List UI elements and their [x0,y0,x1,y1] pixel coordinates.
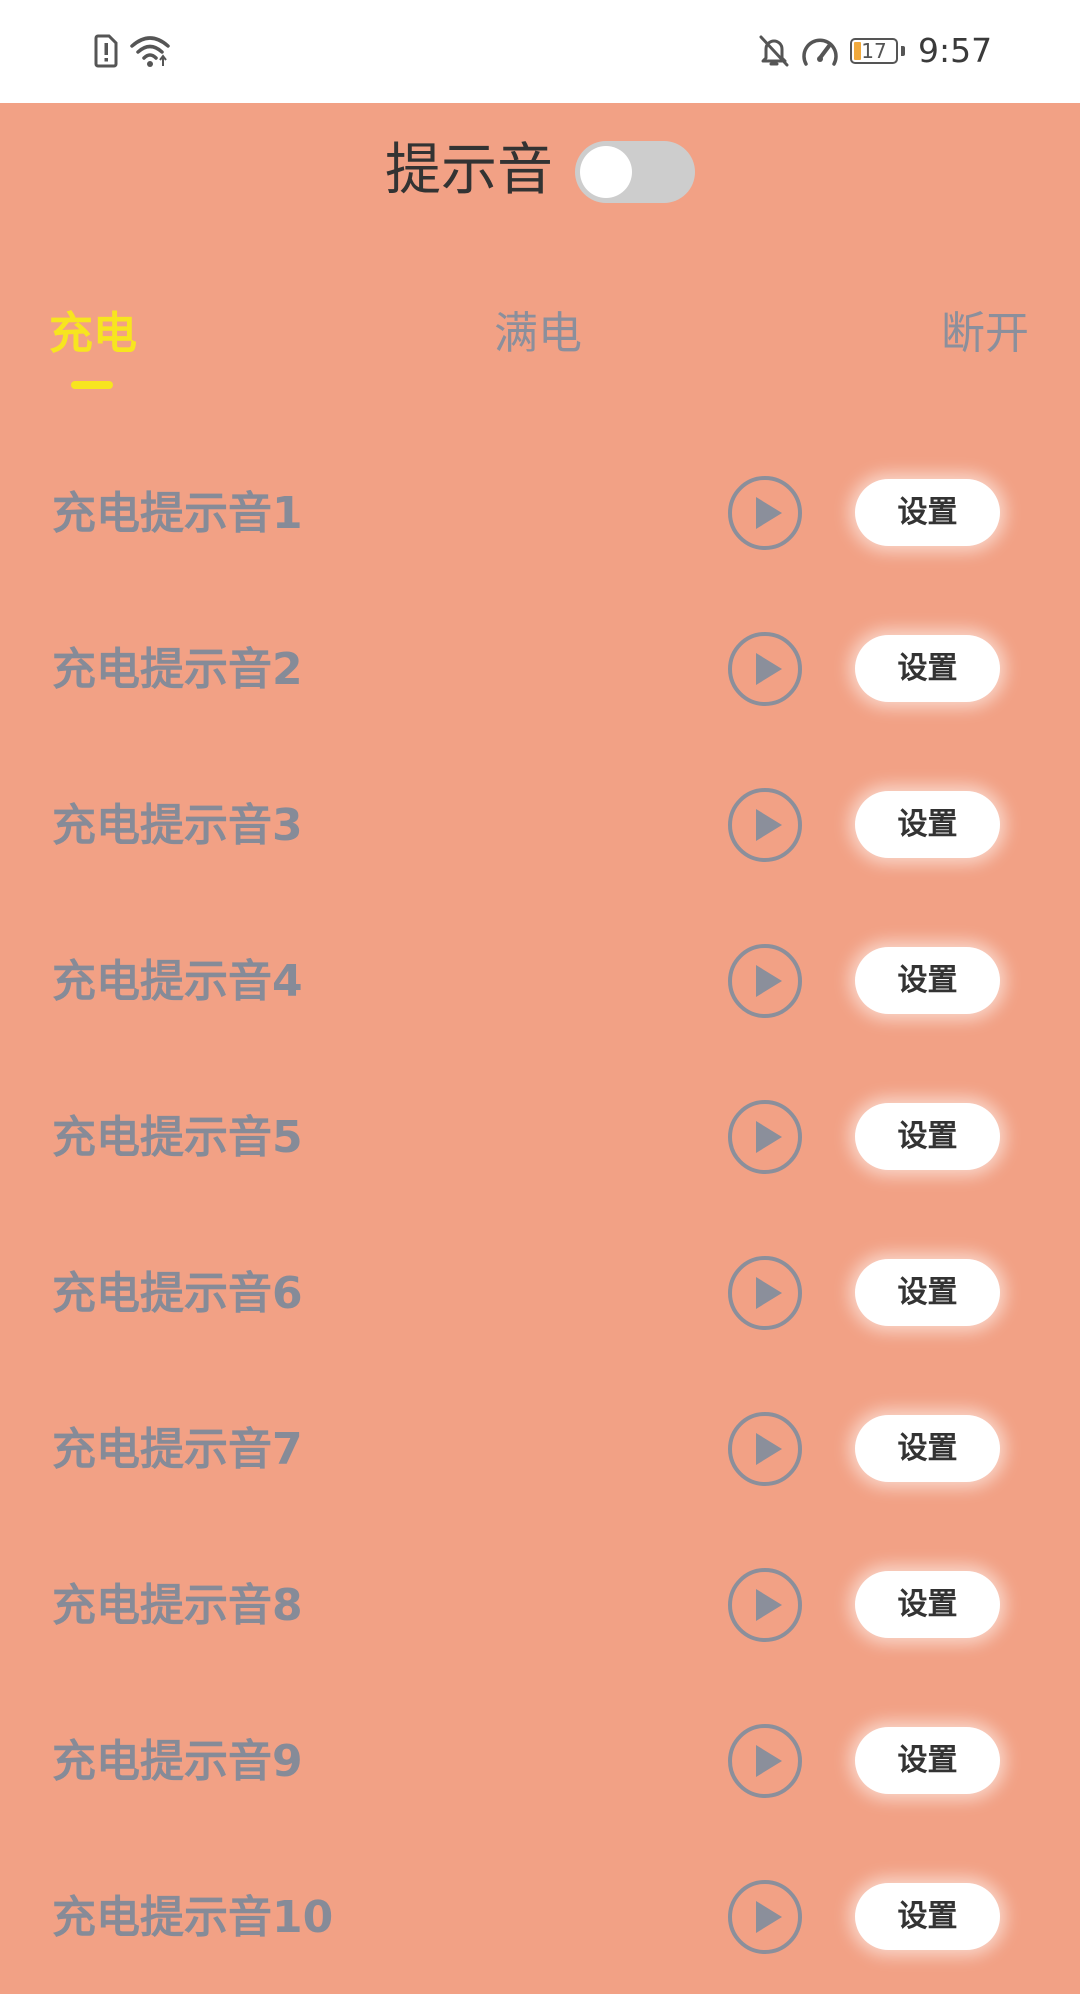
play-button[interactable] [728,1256,802,1330]
sound-label: 充电提示音5 [52,1112,303,1163]
page-title: 提示音 [385,138,553,203]
list-item: 充电提示音1 设置 [0,434,1080,590]
play-icon [756,1901,782,1933]
sound-label: 充电提示音10 [52,1892,334,1943]
list-item: 充电提示音8 设置 [0,1526,1080,1682]
play-button[interactable] [728,632,802,706]
sound-label: 充电提示音9 [52,1736,303,1787]
set-button[interactable]: 设置 [855,479,1000,546]
sound-label: 充电提示音3 [52,800,303,851]
set-button[interactable]: 设置 [855,791,1000,858]
play-icon [756,965,782,997]
play-icon [756,1589,782,1621]
sound-label: 充电提示音2 [52,644,303,695]
play-icon [756,1745,782,1777]
play-button[interactable] [728,1100,802,1174]
sound-label: 充电提示音4 [52,956,303,1007]
play-button[interactable] [728,1568,802,1642]
sound-toggle[interactable] [575,141,695,203]
sound-label: 充电提示音1 [52,488,303,539]
play-button[interactable] [728,788,802,862]
list-item: 充电提示音6 设置 [0,1214,1080,1370]
set-button[interactable]: 设置 [855,1103,1000,1170]
set-button[interactable]: 设置 [855,1259,1000,1326]
list-item: 充电提示音3 设置 [0,746,1080,902]
toggle-knob [580,146,632,198]
tab-full-charge[interactable]: 满电 [494,306,582,362]
play-button[interactable] [728,476,802,550]
play-icon [756,497,782,529]
list-item: 充电提示音5 设置 [0,1058,1080,1214]
play-button[interactable] [728,1880,802,1954]
speed-icon [802,38,838,66]
list-item: 充电提示音4 设置 [0,902,1080,1058]
sound-label: 充电提示音6 [52,1268,303,1319]
play-icon [756,653,782,685]
list-item: 充电提示音10 设置 [0,1838,1080,1994]
status-time: 9:57 [918,31,993,70]
play-button[interactable] [728,1724,802,1798]
set-button[interactable]: 设置 [855,635,1000,702]
sound-label: 充电提示音8 [52,1580,303,1631]
sound-label: 充电提示音7 [52,1424,303,1475]
set-button[interactable]: 设置 [855,947,1000,1014]
set-button[interactable]: 设置 [855,1727,1000,1794]
play-icon [756,1433,782,1465]
play-icon [756,1121,782,1153]
set-button[interactable]: 设置 [855,1415,1000,1482]
battery-tip [901,46,905,56]
status-bar: 17 9:57 [0,0,1080,103]
tab-disconnect[interactable]: 断开 [941,306,1029,362]
play-button[interactable] [728,1412,802,1486]
list-item: 充电提示音7 设置 [0,1370,1080,1526]
mute-icon [759,35,789,67]
play-icon [756,1277,782,1309]
play-icon [756,809,782,841]
tab-charging[interactable]: 充电 [49,306,137,362]
set-button[interactable]: 设置 [855,1883,1000,1950]
battery-icon: 17 [850,38,906,66]
list-item: 充电提示音2 设置 [0,590,1080,746]
sim-alert-icon [94,34,118,68]
tab-indicator [71,381,113,389]
wifi-icon [130,36,170,67]
list-item: 充电提示音9 设置 [0,1682,1080,1838]
battery-level: 17 [861,39,887,63]
sound-list: 充电提示音1 设置 充电提示音2 设置 充电提示音3 设置 充电提示音4 设置 … [0,434,1080,1994]
set-button[interactable]: 设置 [855,1571,1000,1638]
play-button[interactable] [728,944,802,1018]
